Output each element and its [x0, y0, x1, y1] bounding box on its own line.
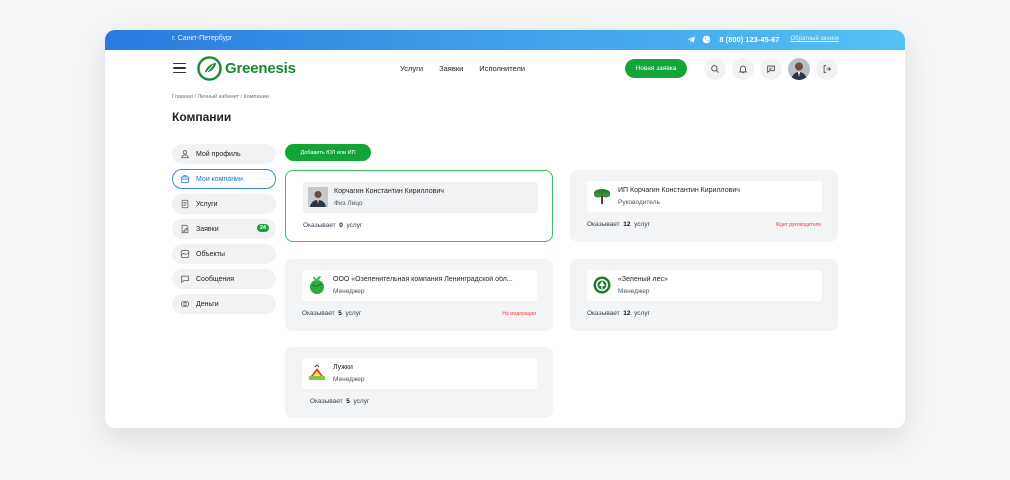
coins-icon: [179, 299, 190, 310]
sidebar-item-companies[interactable]: Мои компании: [172, 169, 276, 189]
company-name: ИП Корчагин Константин Кириллович: [618, 187, 740, 194]
green-forest-logo: [591, 274, 613, 296]
map-icon: [179, 249, 190, 260]
company-role: Менеджер: [618, 288, 650, 295]
company-card[interactable]: «Зеленый лес» Менеджер Оказывает 12 услу…: [570, 259, 838, 331]
green-globe-logo: [306, 274, 328, 296]
page-title: Компании: [172, 110, 232, 124]
breadcrumb-separator: /: [240, 94, 242, 100]
telegram-icon[interactable]: [686, 34, 696, 44]
services-count: Оказывает 5 услуг: [302, 310, 362, 317]
sidebar-item-services[interactable]: Услуги: [172, 194, 276, 214]
nav-executors[interactable]: Исполнители: [479, 64, 525, 73]
company-name: Лужки: [333, 364, 353, 371]
sidebar: Мой профиль Мои компании Услуги Заявки 2…: [172, 144, 276, 319]
company-role: Физ Лицо: [334, 200, 363, 207]
logout-icon[interactable]: [816, 58, 838, 80]
company-name: ООО «Озеленительная компания Ленинградск…: [333, 276, 513, 283]
breadcrumb-current: Компании: [243, 94, 269, 100]
chat-icon[interactable]: [760, 58, 782, 80]
company-info: Лужки Менеджер: [302, 358, 537, 389]
greenesis-logo-icon: [197, 56, 222, 81]
logo-text: Greenesis: [225, 60, 296, 77]
sidebar-item-label: Мои компании: [196, 175, 243, 183]
company-role: Руководитель: [618, 199, 660, 206]
sidebar-item-label: Объекты: [196, 250, 225, 258]
company-role: Менеджер: [333, 288, 365, 295]
sidebar-item-objects[interactable]: Объекты: [172, 244, 276, 264]
company-info: ИП Корчагин Константин Кириллович Руково…: [587, 181, 822, 212]
sidebar-item-profile[interactable]: Мой профиль: [172, 144, 276, 164]
person-photo: [307, 186, 329, 208]
breadcrumb-home[interactable]: Главная: [172, 94, 193, 100]
user-icon: [179, 149, 190, 160]
bell-icon[interactable]: [732, 58, 754, 80]
sidebar-item-messages[interactable]: Сообщения: [172, 269, 276, 289]
whatsapp-icon[interactable]: [701, 34, 711, 44]
company-name: Корчагин Константин Кириллович: [334, 188, 444, 195]
services-count: Оказывает 0 услуг: [303, 222, 363, 229]
search-icon[interactable]: [704, 58, 726, 80]
nav-services[interactable]: Услуги: [400, 64, 423, 73]
orders-count-badge: 24: [256, 224, 269, 232]
briefcase-icon: [179, 174, 190, 185]
company-card[interactable]: Лужки Менеджер Оказывает 5 услуг: [285, 347, 553, 418]
company-info: Корчагин Константин Кириллович Физ Лицо: [303, 182, 538, 213]
breadcrumb-cabinet[interactable]: Личный кабинет: [198, 94, 239, 100]
services-count: Оказывает 12 услуг: [587, 221, 650, 228]
company-info: ООО «Озеленительная компания Ленинградск…: [302, 270, 537, 301]
meadow-logo: [306, 362, 328, 384]
company-role: Менеджер: [333, 376, 365, 383]
nav-orders[interactable]: Заявки: [439, 64, 463, 73]
sidebar-item-money[interactable]: Деньги: [172, 294, 276, 314]
sidebar-item-label: Услуги: [196, 200, 218, 208]
header: Greenesis Услуги Заявки Исполнители Нова…: [105, 50, 905, 88]
services-count: Оказывает 12 услуг: [587, 310, 650, 317]
company-card[interactable]: ИП Корчагин Константин Кириллович Руково…: [570, 170, 838, 242]
main-nav: Услуги Заявки Исполнители: [400, 64, 525, 73]
app-window: г. Санкт-Петербург 8 (800) 123-45-67 Обр…: [105, 30, 905, 428]
breadcrumb-separator: /: [194, 94, 196, 100]
logo[interactable]: Greenesis: [197, 56, 296, 81]
company-name: «Зеленый лес»: [618, 276, 668, 283]
company-card[interactable]: ООО «Озеленительная компания Ленинградск…: [285, 259, 553, 331]
breadcrumb: Главная / Личный кабинет / Компании: [172, 94, 269, 100]
add-company-button[interactable]: Добавить ЮЛ или ИП: [285, 144, 371, 161]
city-selector[interactable]: г. Санкт-Петербург: [172, 35, 233, 42]
top-contacts: 8 (800) 123-45-67 Обратный звонок: [686, 34, 839, 44]
top-bar: г. Санкт-Петербург 8 (800) 123-45-67 Обр…: [105, 30, 905, 50]
avatar[interactable]: [788, 58, 810, 80]
sidebar-item-label: Мой профиль: [196, 150, 241, 158]
tree-logo: [591, 185, 613, 207]
company-card[interactable]: Корчагин Константин Кириллович Физ Лицо …: [285, 170, 553, 242]
header-actions: [704, 58, 838, 80]
new-order-button[interactable]: Новая заявка: [625, 59, 687, 78]
callback-link[interactable]: Обратный звонок: [790, 36, 839, 42]
status-badge: Ждет руководителя: [775, 222, 821, 228]
sidebar-item-label: Сообщения: [196, 275, 234, 283]
chat-icon: [179, 274, 190, 285]
services-count: Оказывает 5 услуг: [310, 398, 370, 405]
menu-icon[interactable]: [173, 63, 186, 73]
phone-number[interactable]: 8 (800) 123-45-67: [719, 35, 779, 44]
sidebar-item-label: Деньги: [196, 300, 219, 308]
status-badge: На модерации: [502, 311, 536, 317]
company-info: «Зеленый лес» Менеджер: [587, 270, 822, 301]
edit-document-icon: [179, 224, 190, 235]
sidebar-item-label: Заявки: [196, 225, 219, 233]
sidebar-item-orders[interactable]: Заявки 24: [172, 219, 276, 239]
document-icon: [179, 199, 190, 210]
